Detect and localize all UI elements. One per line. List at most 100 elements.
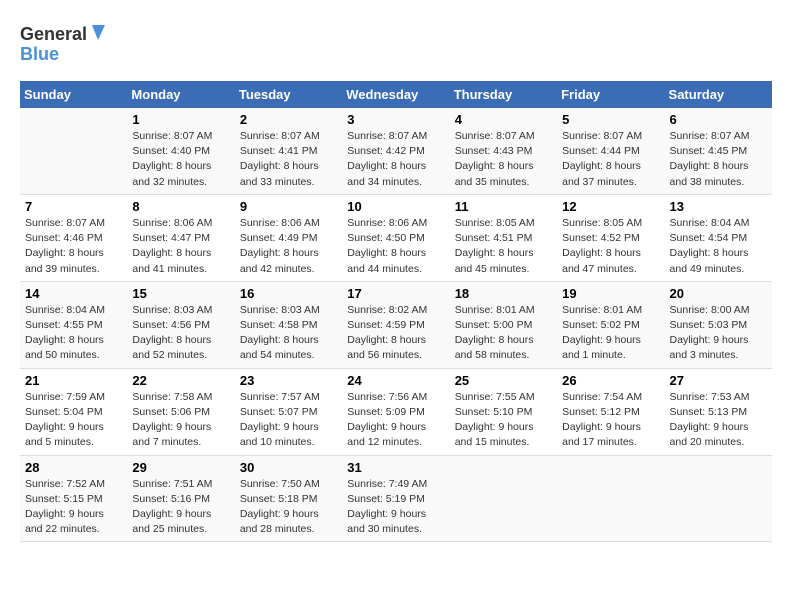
calendar-table: SundayMondayTuesdayWednesdayThursdayFrid…: [20, 81, 772, 542]
day-number: 27: [670, 373, 767, 388]
day-number: 14: [25, 286, 122, 301]
day-info: Sunrise: 7:59 AMSunset: 5:04 PMDaylight:…: [25, 390, 122, 451]
day-info: Sunrise: 7:50 AMSunset: 5:18 PMDaylight:…: [240, 477, 337, 538]
day-info: Sunrise: 7:55 AMSunset: 5:10 PMDaylight:…: [455, 390, 552, 451]
day-info: Sunrise: 8:02 AMSunset: 4:59 PMDaylight:…: [347, 303, 444, 364]
week-row-2: 7Sunrise: 8:07 AMSunset: 4:46 PMDaylight…: [20, 194, 772, 281]
calendar-cell: 9 Sunrise: 8:06 AMSunset: 4:49 PMDaylight…: [235, 194, 342, 281]
day-number: 15: [132, 286, 229, 301]
calendar-cell: 23 Sunrise: 7:57 AMSunset: 5:07 PMDayligh…: [235, 368, 342, 455]
day-number: 11: [455, 199, 552, 214]
day-number: 24: [347, 373, 444, 388]
day-info: Sunrise: 8:01 AMSunset: 5:02 PMDaylight:…: [562, 303, 659, 364]
day-info: Sunrise: 8:07 AMSunset: 4:42 PMDaylight:…: [347, 129, 444, 190]
day-info: Sunrise: 8:04 AMSunset: 4:55 PMDaylight:…: [25, 303, 122, 364]
day-number: 21: [25, 373, 122, 388]
day-info: Sunrise: 7:56 AMSunset: 5:09 PMDaylight:…: [347, 390, 444, 451]
calendar-cell: 19 Sunrise: 8:01 AMSunset: 5:02 PMDayligh…: [557, 281, 664, 368]
day-info: Sunrise: 7:58 AMSunset: 5:06 PMDaylight:…: [132, 390, 229, 451]
header-day-saturday: Saturday: [665, 81, 772, 108]
calendar-cell: 20 Sunrise: 8:00 AMSunset: 5:03 PMDayligh…: [665, 281, 772, 368]
calendar-cell: 7Sunrise: 8:07 AMSunset: 4:46 PMDaylight…: [20, 194, 127, 281]
header-day-tuesday: Tuesday: [235, 81, 342, 108]
header-day-monday: Monday: [127, 81, 234, 108]
day-number: 23: [240, 373, 337, 388]
day-info: Sunrise: 8:07 AMSunset: 4:45 PMDaylight:…: [670, 129, 767, 190]
day-number: 6: [670, 112, 767, 127]
calendar-cell: [450, 455, 557, 542]
week-row-4: 21 Sunrise: 7:59 AMSunset: 5:04 PMDayligh…: [20, 368, 772, 455]
day-number: 26: [562, 373, 659, 388]
day-info: Sunrise: 8:04 AMSunset: 4:54 PMDaylight:…: [670, 216, 767, 277]
calendar-cell: 4 Sunrise: 8:07 AMSunset: 4:43 PMDaylight…: [450, 108, 557, 194]
calendar-cell: 10Sunrise: 8:06 AMSunset: 4:50 PMDayligh…: [342, 194, 449, 281]
day-info: Sunrise: 7:53 AMSunset: 5:13 PMDaylight:…: [670, 390, 767, 451]
header-day-wednesday: Wednesday: [342, 81, 449, 108]
day-info: Sunrise: 8:07 AMSunset: 4:44 PMDaylight:…: [562, 129, 659, 190]
calendar-cell: 14 Sunrise: 8:04 AMSunset: 4:55 PMDayligh…: [20, 281, 127, 368]
header-row: SundayMondayTuesdayWednesdayThursdayFrid…: [20, 81, 772, 108]
calendar-cell: 13 Sunrise: 8:04 AMSunset: 4:54 PMDayligh…: [665, 194, 772, 281]
day-info: Sunrise: 7:52 AMSunset: 5:15 PMDaylight:…: [25, 477, 122, 538]
day-number: 1: [132, 112, 229, 127]
calendar-cell: 6 Sunrise: 8:07 AMSunset: 4:45 PMDaylight…: [665, 108, 772, 194]
page-header: GeneralBlue: [20, 20, 772, 65]
day-info: Sunrise: 8:00 AMSunset: 5:03 PMDaylight:…: [670, 303, 767, 364]
day-number: 20: [670, 286, 767, 301]
day-number: 8: [132, 199, 229, 214]
calendar-cell: 28 Sunrise: 7:52 AMSunset: 5:15 PMDayligh…: [20, 455, 127, 542]
day-number: 4: [455, 112, 552, 127]
day-info: Sunrise: 7:54 AMSunset: 5:12 PMDaylight:…: [562, 390, 659, 451]
day-number: 18: [455, 286, 552, 301]
calendar-cell: 2Sunrise: 8:07 AMSunset: 4:41 PMDaylight…: [235, 108, 342, 194]
day-number: 25: [455, 373, 552, 388]
day-info: Sunrise: 7:49 AMSunset: 5:19 PMDaylight:…: [347, 477, 444, 538]
calendar-cell: [557, 455, 664, 542]
header-day-thursday: Thursday: [450, 81, 557, 108]
day-info: Sunrise: 7:57 AMSunset: 5:07 PMDaylight:…: [240, 390, 337, 451]
calendar-cell: 31 Sunrise: 7:49 AMSunset: 5:19 PMDayligh…: [342, 455, 449, 542]
calendar-cell: 1 Sunrise: 8:07 AMSunset: 4:40 PMDaylight…: [127, 108, 234, 194]
day-info: Sunrise: 8:07 AMSunset: 4:40 PMDaylight:…: [132, 129, 229, 190]
day-number: 12: [562, 199, 659, 214]
calendar-cell: 16Sunrise: 8:03 AMSunset: 4:58 PMDayligh…: [235, 281, 342, 368]
day-info: Sunrise: 8:01 AMSunset: 5:00 PMDaylight:…: [455, 303, 552, 364]
calendar-cell: 12 Sunrise: 8:05 AMSunset: 4:52 PMDayligh…: [557, 194, 664, 281]
day-info: Sunrise: 8:06 AMSunset: 4:49 PMDaylight:…: [240, 216, 337, 277]
day-info: Sunrise: 8:03 AMSunset: 4:58 PMDaylight:…: [240, 303, 337, 364]
week-row-3: 14 Sunrise: 8:04 AMSunset: 4:55 PMDayligh…: [20, 281, 772, 368]
header-day-sunday: Sunday: [20, 81, 127, 108]
calendar-cell: 8Sunrise: 8:06 AMSunset: 4:47 PMDaylight…: [127, 194, 234, 281]
logo-svg: GeneralBlue: [20, 20, 110, 65]
calendar-body: 1 Sunrise: 8:07 AMSunset: 4:40 PMDaylight…: [20, 108, 772, 542]
day-info: Sunrise: 8:05 AMSunset: 4:52 PMDaylight:…: [562, 216, 659, 277]
day-info: Sunrise: 8:07 AMSunset: 4:46 PMDaylight:…: [25, 216, 122, 277]
calendar-cell: 25 Sunrise: 7:55 AMSunset: 5:10 PMDayligh…: [450, 368, 557, 455]
calendar-header: SundayMondayTuesdayWednesdayThursdayFrid…: [20, 81, 772, 108]
calendar-cell: 29Sunrise: 7:51 AMSunset: 5:16 PMDayligh…: [127, 455, 234, 542]
day-number: 30: [240, 460, 337, 475]
calendar-cell: 30 Sunrise: 7:50 AMSunset: 5:18 PMDayligh…: [235, 455, 342, 542]
calendar-cell: 18 Sunrise: 8:01 AMSunset: 5:00 PMDayligh…: [450, 281, 557, 368]
day-number: 19: [562, 286, 659, 301]
day-info: Sunrise: 7:51 AMSunset: 5:16 PMDaylight:…: [132, 477, 229, 538]
svg-text:General: General: [20, 24, 87, 44]
day-number: 2: [240, 112, 337, 127]
day-number: 28: [25, 460, 122, 475]
calendar-cell: 21 Sunrise: 7:59 AMSunset: 5:04 PMDayligh…: [20, 368, 127, 455]
day-number: 9: [240, 199, 337, 214]
calendar-cell: 5Sunrise: 8:07 AMSunset: 4:44 PMDaylight…: [557, 108, 664, 194]
week-row-1: 1 Sunrise: 8:07 AMSunset: 4:40 PMDaylight…: [20, 108, 772, 194]
week-row-5: 28 Sunrise: 7:52 AMSunset: 5:15 PMDayligh…: [20, 455, 772, 542]
calendar-cell: [665, 455, 772, 542]
day-number: 31: [347, 460, 444, 475]
calendar-cell: 15Sunrise: 8:03 AMSunset: 4:56 PMDayligh…: [127, 281, 234, 368]
calendar-cell: 24 Sunrise: 7:56 AMSunset: 5:09 PMDayligh…: [342, 368, 449, 455]
header-day-friday: Friday: [557, 81, 664, 108]
calendar-cell: 22Sunrise: 7:58 AMSunset: 5:06 PMDayligh…: [127, 368, 234, 455]
day-info: Sunrise: 8:07 AMSunset: 4:43 PMDaylight:…: [455, 129, 552, 190]
logo: GeneralBlue: [20, 20, 110, 65]
calendar-cell: 11Sunrise: 8:05 AMSunset: 4:51 PMDayligh…: [450, 194, 557, 281]
day-number: 10: [347, 199, 444, 214]
day-number: 13: [670, 199, 767, 214]
